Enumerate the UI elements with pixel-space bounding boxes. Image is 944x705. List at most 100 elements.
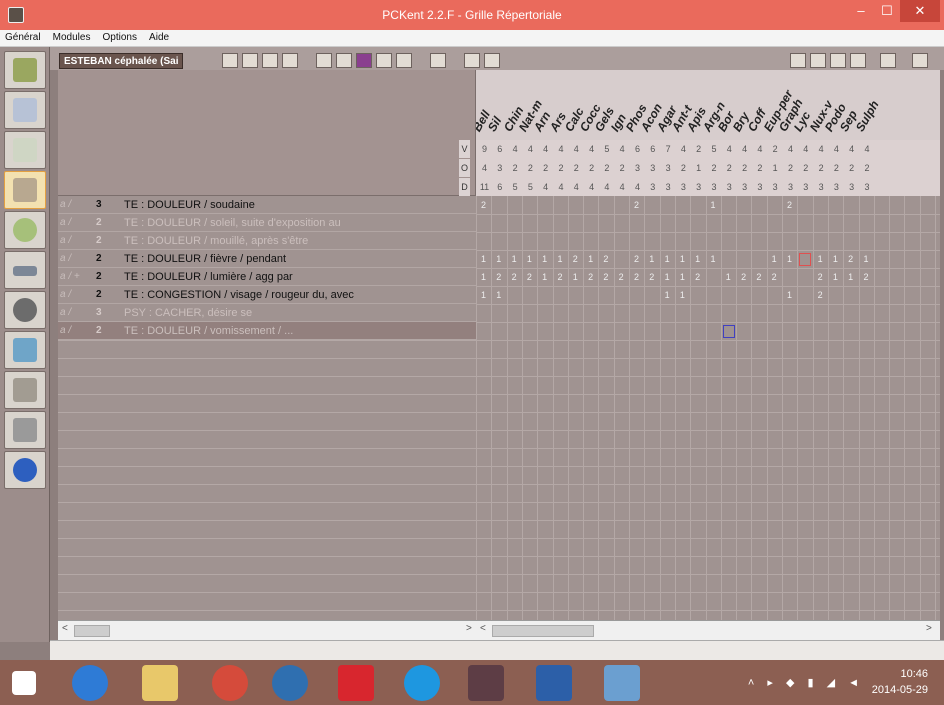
grid-cell-value[interactable]: 1 bbox=[492, 286, 505, 304]
toolbar-btn-17[interactable] bbox=[880, 53, 896, 68]
grid-cell-value[interactable]: 1 bbox=[661, 268, 674, 286]
sidebar-exit-button[interactable] bbox=[4, 411, 46, 449]
scroll-right-arrow[interactable]: > bbox=[466, 623, 472, 634]
grid-cell-value[interactable]: 1 bbox=[538, 268, 551, 286]
rubric-row[interactable]: a / 2 TE : DOULEUR / vomissement / ... bbox=[58, 322, 476, 340]
grid-cell-value[interactable]: 2 bbox=[752, 268, 765, 286]
grid-cell-value[interactable]: 1 bbox=[844, 268, 857, 286]
grid-scroll-thumb[interactable] bbox=[492, 625, 594, 637]
toolbar-btn-2[interactable] bbox=[242, 53, 258, 68]
grid-cell-value[interactable]: 1 bbox=[569, 268, 582, 286]
grid-cell-value[interactable]: 2 bbox=[599, 268, 612, 286]
toolbar-btn-18[interactable] bbox=[912, 53, 928, 68]
grid-cell-value[interactable]: 2 bbox=[523, 268, 536, 286]
grid-cell-value[interactable]: 2 bbox=[584, 268, 597, 286]
remote-desktop-icon[interactable] bbox=[604, 665, 640, 701]
sidebar-patient-button[interactable] bbox=[4, 51, 46, 89]
grid-cell-value[interactable]: 1 bbox=[707, 196, 720, 214]
sidebar-graph-button[interactable] bbox=[4, 211, 46, 249]
clock[interactable]: 10:46 2014-05-29 bbox=[872, 666, 928, 698]
grid-cell-value[interactable]: 2 bbox=[645, 268, 658, 286]
grid-cell-value[interactable]: 1 bbox=[783, 250, 796, 268]
sidebar-plants-button[interactable] bbox=[4, 331, 46, 369]
grid-scrollbar[interactable]: < > bbox=[476, 620, 940, 640]
grid-cell-value[interactable]: 2 bbox=[630, 250, 643, 268]
word-icon[interactable] bbox=[536, 665, 572, 701]
rubric-mark[interactable]: a / bbox=[60, 235, 71, 246]
rubric-row[interactable]: a / + 2 TE : DOULEUR / lumière / agg par bbox=[58, 268, 476, 286]
sidebar-help-button[interactable] bbox=[4, 451, 46, 489]
rubric-mark[interactable]: a / bbox=[60, 325, 71, 336]
grid-cell-value[interactable]: 1 bbox=[554, 250, 567, 268]
menu-aide[interactable]: Aide bbox=[144, 30, 173, 43]
grid-cell-value[interactable]: 1 bbox=[508, 250, 521, 268]
grid-cell-value[interactable]: 1 bbox=[661, 250, 674, 268]
grid-cell-value[interactable]: 1 bbox=[523, 250, 536, 268]
rubric-mark[interactable]: a / bbox=[60, 217, 71, 228]
rubric-mark[interactable]: a / bbox=[60, 253, 71, 264]
rubric-scrollbar[interactable]: < > bbox=[58, 620, 476, 640]
skype-icon[interactable] bbox=[404, 665, 440, 701]
toolbar-btn-8[interactable] bbox=[376, 53, 392, 68]
grid-cell-value[interactable]: 1 bbox=[676, 286, 689, 304]
toolbar-btn-13[interactable] bbox=[790, 53, 806, 68]
grid-cell-value[interactable]: 1 bbox=[477, 268, 490, 286]
grid-cell-value[interactable]: 2 bbox=[630, 196, 643, 214]
grid-cell-value[interactable]: 1 bbox=[661, 286, 674, 304]
grid-cell-value[interactable]: 1 bbox=[860, 250, 873, 268]
rubric-row[interactable]: a / 2 TE : DOULEUR / soleil, suite d'expos… bbox=[58, 214, 476, 232]
grid-cell-value[interactable]: 1 bbox=[538, 250, 551, 268]
toolbar-btn-1[interactable] bbox=[222, 53, 238, 68]
menu-general[interactable]: Général bbox=[0, 30, 45, 43]
rubric-mark[interactable]: a / + bbox=[60, 271, 80, 282]
grid-cell-value[interactable]: 1 bbox=[829, 250, 842, 268]
rubric-mark[interactable]: a / bbox=[60, 307, 71, 318]
grid-cell-value[interactable]: 1 bbox=[722, 268, 735, 286]
grid-cell-value[interactable]: 1 bbox=[676, 268, 689, 286]
grid-cell-value[interactable]: 2 bbox=[508, 268, 521, 286]
toolbar-btn-10[interactable] bbox=[430, 53, 446, 68]
grid-cell-value[interactable]: 2 bbox=[569, 250, 582, 268]
grid-cell-value[interactable]: 1 bbox=[477, 250, 490, 268]
menu-options[interactable]: Options bbox=[98, 30, 141, 43]
grid-cell-value[interactable]: 1 bbox=[584, 250, 597, 268]
minimize-button[interactable]: – bbox=[848, 0, 874, 22]
grid-cell-value[interactable]: 1 bbox=[676, 250, 689, 268]
toolbar-btn-12[interactable] bbox=[484, 53, 500, 68]
grid-cell-value[interactable]: 1 bbox=[829, 268, 842, 286]
grid-cell-value[interactable]: 2 bbox=[768, 268, 781, 286]
grid-cell-value[interactable]: 2 bbox=[599, 250, 612, 268]
repertory-grid[interactable]: 2212111111212211111111121122212122222112… bbox=[476, 196, 940, 620]
grid-cell-value[interactable]: 2 bbox=[814, 268, 827, 286]
grid-cell-value[interactable]: 2 bbox=[691, 268, 704, 286]
thunderbird-icon[interactable] bbox=[272, 665, 308, 701]
grid-scroll-right-arrow[interactable]: > bbox=[926, 623, 932, 634]
grid-cell-value[interactable]: 1 bbox=[477, 286, 490, 304]
rubric-row[interactable]: a / 2 TE : DOULEUR / mouillé, après s'être bbox=[58, 232, 476, 250]
grid-cell-value[interactable]: 2 bbox=[630, 268, 643, 286]
grid-scroll-left-arrow[interactable]: < bbox=[480, 623, 486, 634]
toolbar-btn-14[interactable] bbox=[810, 53, 826, 68]
grid-cell-value[interactable]: 2 bbox=[554, 268, 567, 286]
grid-cell-value[interactable]: 1 bbox=[707, 250, 720, 268]
rubric-mark[interactable]: a / bbox=[60, 289, 71, 300]
grid-cell-value[interactable]: 2 bbox=[860, 268, 873, 286]
toolbar-btn-16[interactable] bbox=[850, 53, 866, 68]
start-icon[interactable] bbox=[12, 671, 36, 695]
sidebar-search-button[interactable] bbox=[4, 291, 46, 329]
rubric-mark[interactable]: a / bbox=[60, 199, 71, 210]
toolbar-btn-7[interactable] bbox=[356, 53, 372, 68]
grid-cell-value[interactable]: 2 bbox=[477, 196, 490, 214]
sidebar-materia-button[interactable] bbox=[4, 131, 46, 169]
grid-cell-value[interactable]: 1 bbox=[691, 250, 704, 268]
explorer-icon[interactable] bbox=[142, 665, 178, 701]
grid-cell-value[interactable]: 1 bbox=[492, 250, 505, 268]
sidebar-keyboard-button[interactable] bbox=[4, 251, 46, 289]
patient-label[interactable]: ESTEBAN céphalée (Sai bbox=[59, 53, 184, 69]
grid-cell-value[interactable]: 1 bbox=[768, 250, 781, 268]
grid-cell-value[interactable]: 2 bbox=[814, 286, 827, 304]
grid-cell-value[interactable]: 1 bbox=[645, 250, 658, 268]
rubric-row[interactable]: a / 3 PSY : CACHER, désire se bbox=[58, 304, 476, 322]
scroll-left-arrow[interactable]: < bbox=[62, 623, 68, 634]
toolbar-btn-4[interactable] bbox=[282, 53, 298, 68]
